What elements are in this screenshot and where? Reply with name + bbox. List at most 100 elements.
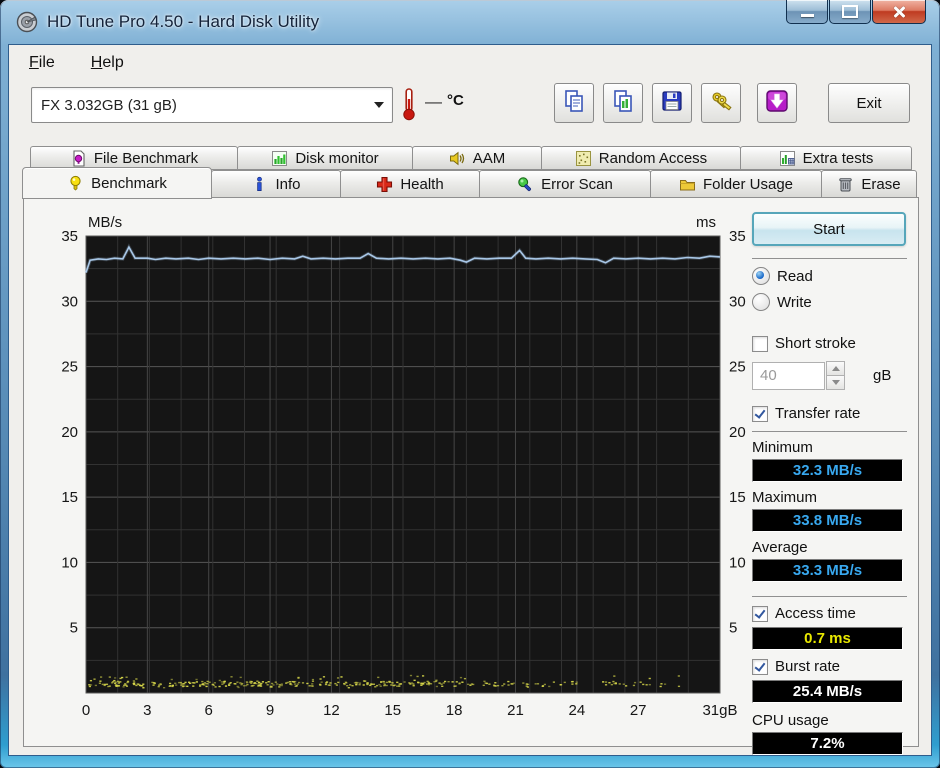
read-label: Read	[777, 267, 813, 285]
bulb-icon	[67, 175, 84, 192]
error-scan-icon	[517, 176, 534, 193]
benchmark-panel: 35 30 25 20 15 10 5 35 30 25 20 15 10 5 0 3 6 9 12 15 18 21 24…	[23, 197, 919, 755]
svg-text:25: 25	[729, 359, 746, 376]
burst-rate-checkbox[interactable]	[752, 658, 768, 675]
minimize-button[interactable]	[786, 0, 828, 24]
tab-label: AAM	[472, 149, 506, 167]
toolbar-buttons	[554, 83, 797, 123]
tab-extra-tests[interactable]: Extra tests	[740, 146, 912, 170]
copy-image-button[interactable]	[603, 83, 643, 123]
svg-text:5: 5	[729, 620, 737, 637]
tab-benchmark[interactable]: Benchmark	[22, 167, 212, 199]
svg-text:12: 12	[323, 702, 340, 719]
tab-disk-monitor[interactable]: Disk monitor	[237, 146, 413, 170]
svg-text:20: 20	[61, 424, 78, 441]
file-benchmark-icon	[70, 149, 87, 167]
svg-text:21: 21	[507, 702, 524, 719]
copy-text-icon	[562, 89, 586, 118]
tab-info[interactable]: Info	[211, 170, 341, 198]
svg-text:24: 24	[568, 702, 585, 719]
stepper-up-button[interactable]	[826, 361, 845, 376]
tab-erase[interactable]: Erase	[821, 170, 917, 198]
maximum-label: Maximum	[752, 489, 818, 506]
copy-text-button[interactable]	[554, 83, 594, 123]
app-window: HD Tune Pro 4.50 - Hard Disk Utility Fil…	[0, 0, 940, 768]
svg-text:3: 3	[143, 702, 151, 719]
info-icon	[251, 176, 268, 193]
maximum-value: 33.8 MB/s	[752, 509, 903, 532]
separator	[752, 258, 907, 259]
maximize-button[interactable]	[829, 0, 871, 24]
write-radio-row[interactable]: Write	[752, 293, 908, 311]
exit-button[interactable]: Exit	[828, 83, 910, 123]
tab-label: Random Access	[598, 149, 708, 167]
average-value: 33.3 MB/s	[752, 559, 903, 582]
svg-text:MB/s: MB/s	[88, 214, 122, 231]
minimum-label: Minimum	[752, 439, 813, 456]
svg-text:5: 5	[70, 620, 78, 637]
stepper-down-button[interactable]	[826, 375, 845, 390]
hard-disk-icon	[16, 11, 38, 33]
svg-text:9: 9	[266, 702, 274, 719]
burst-rate-row[interactable]: Burst rate	[752, 658, 908, 675]
svg-text:0: 0	[82, 702, 90, 719]
tab-label: Error Scan	[541, 175, 613, 193]
client-area: File Help FX 3.032GB (31 gB) — °C Exit F…	[8, 44, 932, 756]
drive-selector-dropdown[interactable]: FX 3.032GB (31 gB)	[31, 87, 393, 123]
tab-folder-usage[interactable]: Folder Usage	[650, 170, 822, 198]
window-title: HD Tune Pro 4.50 - Hard Disk Utility	[47, 12, 320, 31]
window-controls	[785, 0, 926, 24]
save-button[interactable]	[652, 83, 692, 123]
read-radio[interactable]	[752, 267, 770, 285]
menu-help[interactable]: Help	[91, 54, 124, 72]
tab-label: Erase	[861, 175, 901, 193]
burst-rate-label: Burst rate	[775, 658, 841, 675]
write-radio[interactable]	[752, 293, 770, 311]
short-stroke-label: Short stroke	[775, 335, 856, 352]
access-time-value: 0.7 ms	[752, 627, 903, 650]
maximize-icon	[842, 5, 858, 18]
tab-error-scan[interactable]: Error Scan	[479, 170, 651, 198]
separator	[752, 431, 907, 432]
short-stroke-size-row: 40 gB	[752, 361, 908, 390]
close-button[interactable]	[872, 0, 926, 24]
tab-random-access[interactable]: Random Access	[541, 146, 741, 170]
svg-text:10: 10	[61, 554, 78, 571]
cpu-usage-value: 7.2%	[752, 732, 903, 755]
svg-text:15: 15	[61, 489, 78, 506]
svg-text:31gB: 31gB	[702, 702, 737, 719]
minimum-value: 32.3 MB/s	[752, 459, 903, 482]
svg-text:15: 15	[384, 702, 401, 719]
short-stroke-stepper	[826, 361, 845, 390]
separator	[752, 596, 907, 597]
keys-button[interactable]	[701, 83, 741, 123]
random-access-icon	[575, 150, 592, 167]
transfer-rate-checkbox[interactable]	[752, 405, 768, 422]
tab-label: Info	[275, 175, 301, 193]
short-stroke-checkbox[interactable]	[752, 335, 768, 352]
minimize-icon	[800, 14, 814, 17]
benchmark-chart: 35 30 25 20 15 10 5 35 30 25 20 15 10 5 0 3 6 9 12 15 18 21 24…	[40, 206, 752, 743]
menu-file[interactable]: File	[29, 54, 55, 72]
average-label: Average	[752, 539, 808, 556]
svg-text:10: 10	[729, 554, 746, 571]
update-arrow-icon	[765, 89, 789, 118]
tab-label: Benchmark	[91, 174, 167, 192]
start-button[interactable]: Start	[752, 212, 906, 246]
svg-text:35: 35	[61, 228, 78, 245]
access-time-row[interactable]: Access time	[752, 605, 908, 622]
tab-aam[interactable]: AAM	[412, 146, 542, 170]
cpu-usage-label: CPU usage	[752, 712, 829, 729]
disk-monitor-icon	[271, 150, 288, 167]
transfer-rate-row[interactable]: Transfer rate	[752, 405, 908, 422]
tab-health[interactable]: Health	[340, 170, 480, 198]
access-time-checkbox[interactable]	[752, 605, 768, 622]
short-stroke-row[interactable]: Short stroke	[752, 335, 908, 352]
svg-text:6: 6	[205, 702, 213, 719]
copy-image-icon	[611, 89, 635, 118]
short-stroke-size-input[interactable]: 40	[752, 361, 825, 390]
read-radio-row[interactable]: Read	[752, 267, 908, 285]
update-arrow-button[interactable]	[757, 83, 797, 123]
tab-label: Disk monitor	[295, 149, 379, 167]
tab-row-primary: Benchmark Info Health Error Scan Folder Usag…	[22, 167, 917, 199]
